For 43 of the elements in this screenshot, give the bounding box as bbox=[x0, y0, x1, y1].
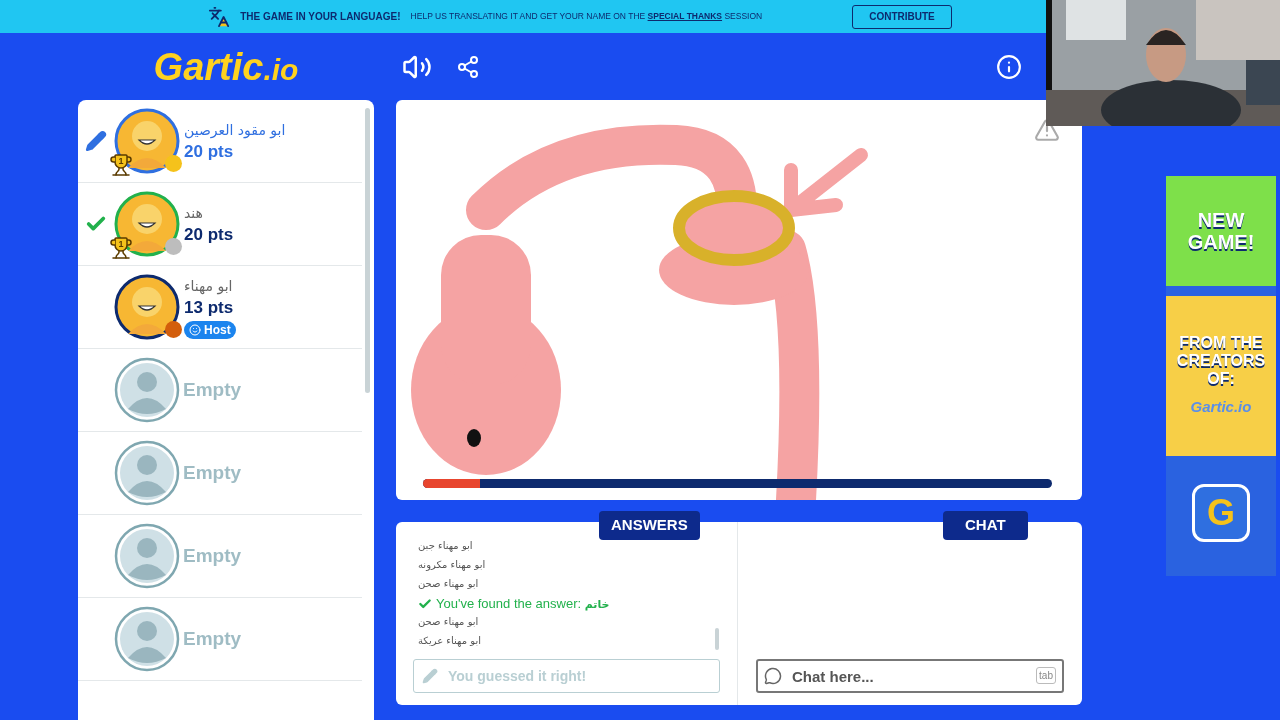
answers-heading: ANSWERS bbox=[599, 511, 700, 540]
player-points: 13 pts bbox=[184, 296, 235, 319]
player-name: Empty bbox=[183, 377, 242, 402]
empty-avatar-icon bbox=[114, 440, 180, 506]
ad-headline: NEW GAME! bbox=[1186, 209, 1256, 253]
answer-guess: ابو مهناء جبن bbox=[418, 539, 474, 554]
ad-logo: Gartic.io bbox=[1190, 396, 1252, 417]
answer-guess: ابو مهناء عريكة bbox=[418, 634, 482, 649]
info-icon[interactable] bbox=[996, 53, 1022, 80]
host-badge: Host bbox=[184, 320, 236, 339]
share-icon[interactable] bbox=[456, 54, 480, 79]
player-name: ابو مقود العرصين bbox=[184, 120, 286, 141]
ad-subline: FROM THE CREATORS OF: bbox=[1175, 333, 1267, 388]
scrollbar[interactable] bbox=[715, 628, 719, 650]
special-thanks-link[interactable]: SPECIAL THANKS bbox=[647, 11, 723, 22]
empty-avatar-icon bbox=[114, 357, 180, 423]
player-points: 20 pts bbox=[184, 140, 235, 163]
answer-guess: ابو مهناء صحن bbox=[418, 615, 480, 630]
banner-headline: THE GAME IN YOUR LANGUAGE! bbox=[240, 10, 401, 24]
empty-avatar-icon bbox=[114, 606, 180, 672]
speech-bubble-icon bbox=[764, 667, 782, 685]
scrollbar[interactable] bbox=[365, 108, 370, 393]
player-name: Empty bbox=[183, 626, 242, 651]
logo: Gartic.io bbox=[153, 47, 299, 86]
tab-key-hint: tab bbox=[1036, 667, 1056, 684]
pencil-icon bbox=[85, 130, 107, 152]
player-name: Empty bbox=[183, 460, 242, 485]
player-name: Empty bbox=[183, 543, 242, 568]
contribute-button[interactable]: CONTRIBUTE bbox=[852, 4, 952, 29]
answer-guess: ابو مهناء مكرونه bbox=[418, 558, 487, 573]
banner-text: HELP US TRANSLATING IT AND GET YOUR NAME ON THE SPECIAL THANKS SESSION bbox=[410, 10, 763, 23]
player-name: ابو مهناء bbox=[184, 276, 234, 297]
player-points: 20 pts bbox=[184, 223, 234, 246]
check-icon bbox=[418, 596, 432, 611]
pencil-icon bbox=[422, 668, 438, 684]
translate-icon bbox=[208, 5, 231, 28]
avatar-icon bbox=[114, 274, 180, 340]
empty-avatar-icon bbox=[114, 523, 180, 589]
answer-guess: ابو مهناء صحن bbox=[418, 577, 480, 592]
player-name: هند bbox=[184, 203, 204, 223]
app-icon: G bbox=[1192, 484, 1250, 542]
warning-icon[interactable] bbox=[1034, 117, 1060, 143]
chat-heading: CHAT bbox=[943, 511, 1028, 540]
